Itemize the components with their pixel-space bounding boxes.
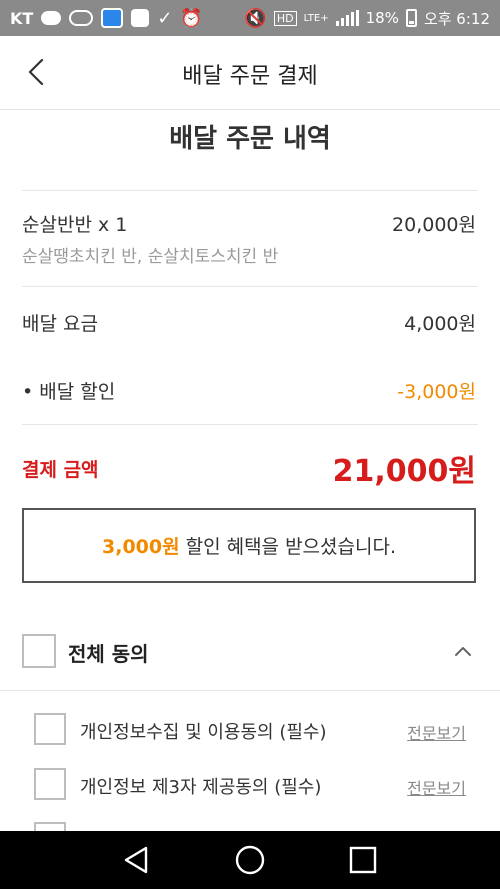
nav-recents-button[interactable]: [343, 840, 383, 880]
item-price: 20,000원: [392, 214, 476, 236]
delivery-discount-value: -3,000원: [397, 381, 476, 403]
system-nav-bar: [0, 831, 500, 889]
delivery-fee-value: 4,000원: [404, 313, 476, 335]
alarm-icon: ⏰: [180, 7, 203, 29]
hd-icon: HD: [273, 10, 297, 26]
item-options: 순살땡초치킨 반, 순살치토스치킨 반: [22, 247, 279, 267]
status-bar: KT ✓ ⏰ 🔇 HD LTE+ 18% 오후 6:12: [0, 0, 500, 36]
agree-all-label[interactable]: 전체 동의: [68, 638, 149, 667]
divider: [22, 190, 478, 191]
nav-home-button[interactable]: [230, 840, 270, 880]
check-icon: ✓: [157, 7, 173, 29]
battery-icon: [405, 9, 417, 27]
agree-all-checkbox[interactable]: [22, 634, 56, 668]
total-amount: 21,000원: [332, 454, 476, 489]
delivery-discount-label: • 배달 할인: [22, 381, 116, 403]
app-notification-icon: [101, 8, 124, 28]
carrier-label: KT: [10, 8, 34, 28]
square-recents-icon: [350, 846, 377, 874]
agreement-label-third-party: 개인정보 제3자 제공동의 (필수): [80, 777, 322, 798]
divider: [22, 286, 478, 287]
agreement-checkbox-third-party[interactable]: [34, 768, 66, 800]
discount-amount: 3,000원: [102, 536, 180, 558]
message-icon: [41, 11, 62, 25]
discount-text: 할인 혜택을 받으셨습니다.: [185, 536, 396, 558]
agreement-label-privacy-collection: 개인정보수집 및 이용동의 (필수): [80, 722, 327, 743]
total-label: 결제 금액: [22, 459, 99, 481]
clock: 오후 6:12: [423, 9, 490, 28]
signal-icon: [335, 10, 359, 26]
nav-back-button[interactable]: [117, 840, 157, 880]
chevron-up-icon[interactable]: [452, 640, 474, 662]
notification-icon: [131, 9, 150, 27]
battery-percent: 18%: [365, 9, 399, 27]
network-label: LTE+: [303, 12, 329, 24]
page-title: 배달 주문 결제: [182, 64, 318, 89]
order-section-title: 배달 주문 내역: [169, 124, 331, 154]
discount-notice: 3,000원 할인 혜택을 받으셨습니다.: [22, 508, 476, 583]
circle-home-icon: [235, 845, 265, 875]
divider: [0, 690, 500, 691]
view-full-text-link[interactable]: 전문보기: [407, 720, 466, 744]
mute-icon: 🔇: [244, 7, 267, 29]
app-header: 배달 주문 결제: [0, 36, 500, 110]
delivery-fee-label: 배달 요금: [22, 313, 98, 335]
view-full-text-link[interactable]: 전문보기: [407, 775, 466, 799]
item-name: 순살반반 x 1: [22, 214, 128, 236]
triangle-back-icon: [124, 846, 147, 874]
kakaotalk-icon: [69, 10, 94, 26]
divider: [22, 424, 478, 425]
agreement-checkbox-privacy-collection[interactable]: [34, 713, 66, 745]
